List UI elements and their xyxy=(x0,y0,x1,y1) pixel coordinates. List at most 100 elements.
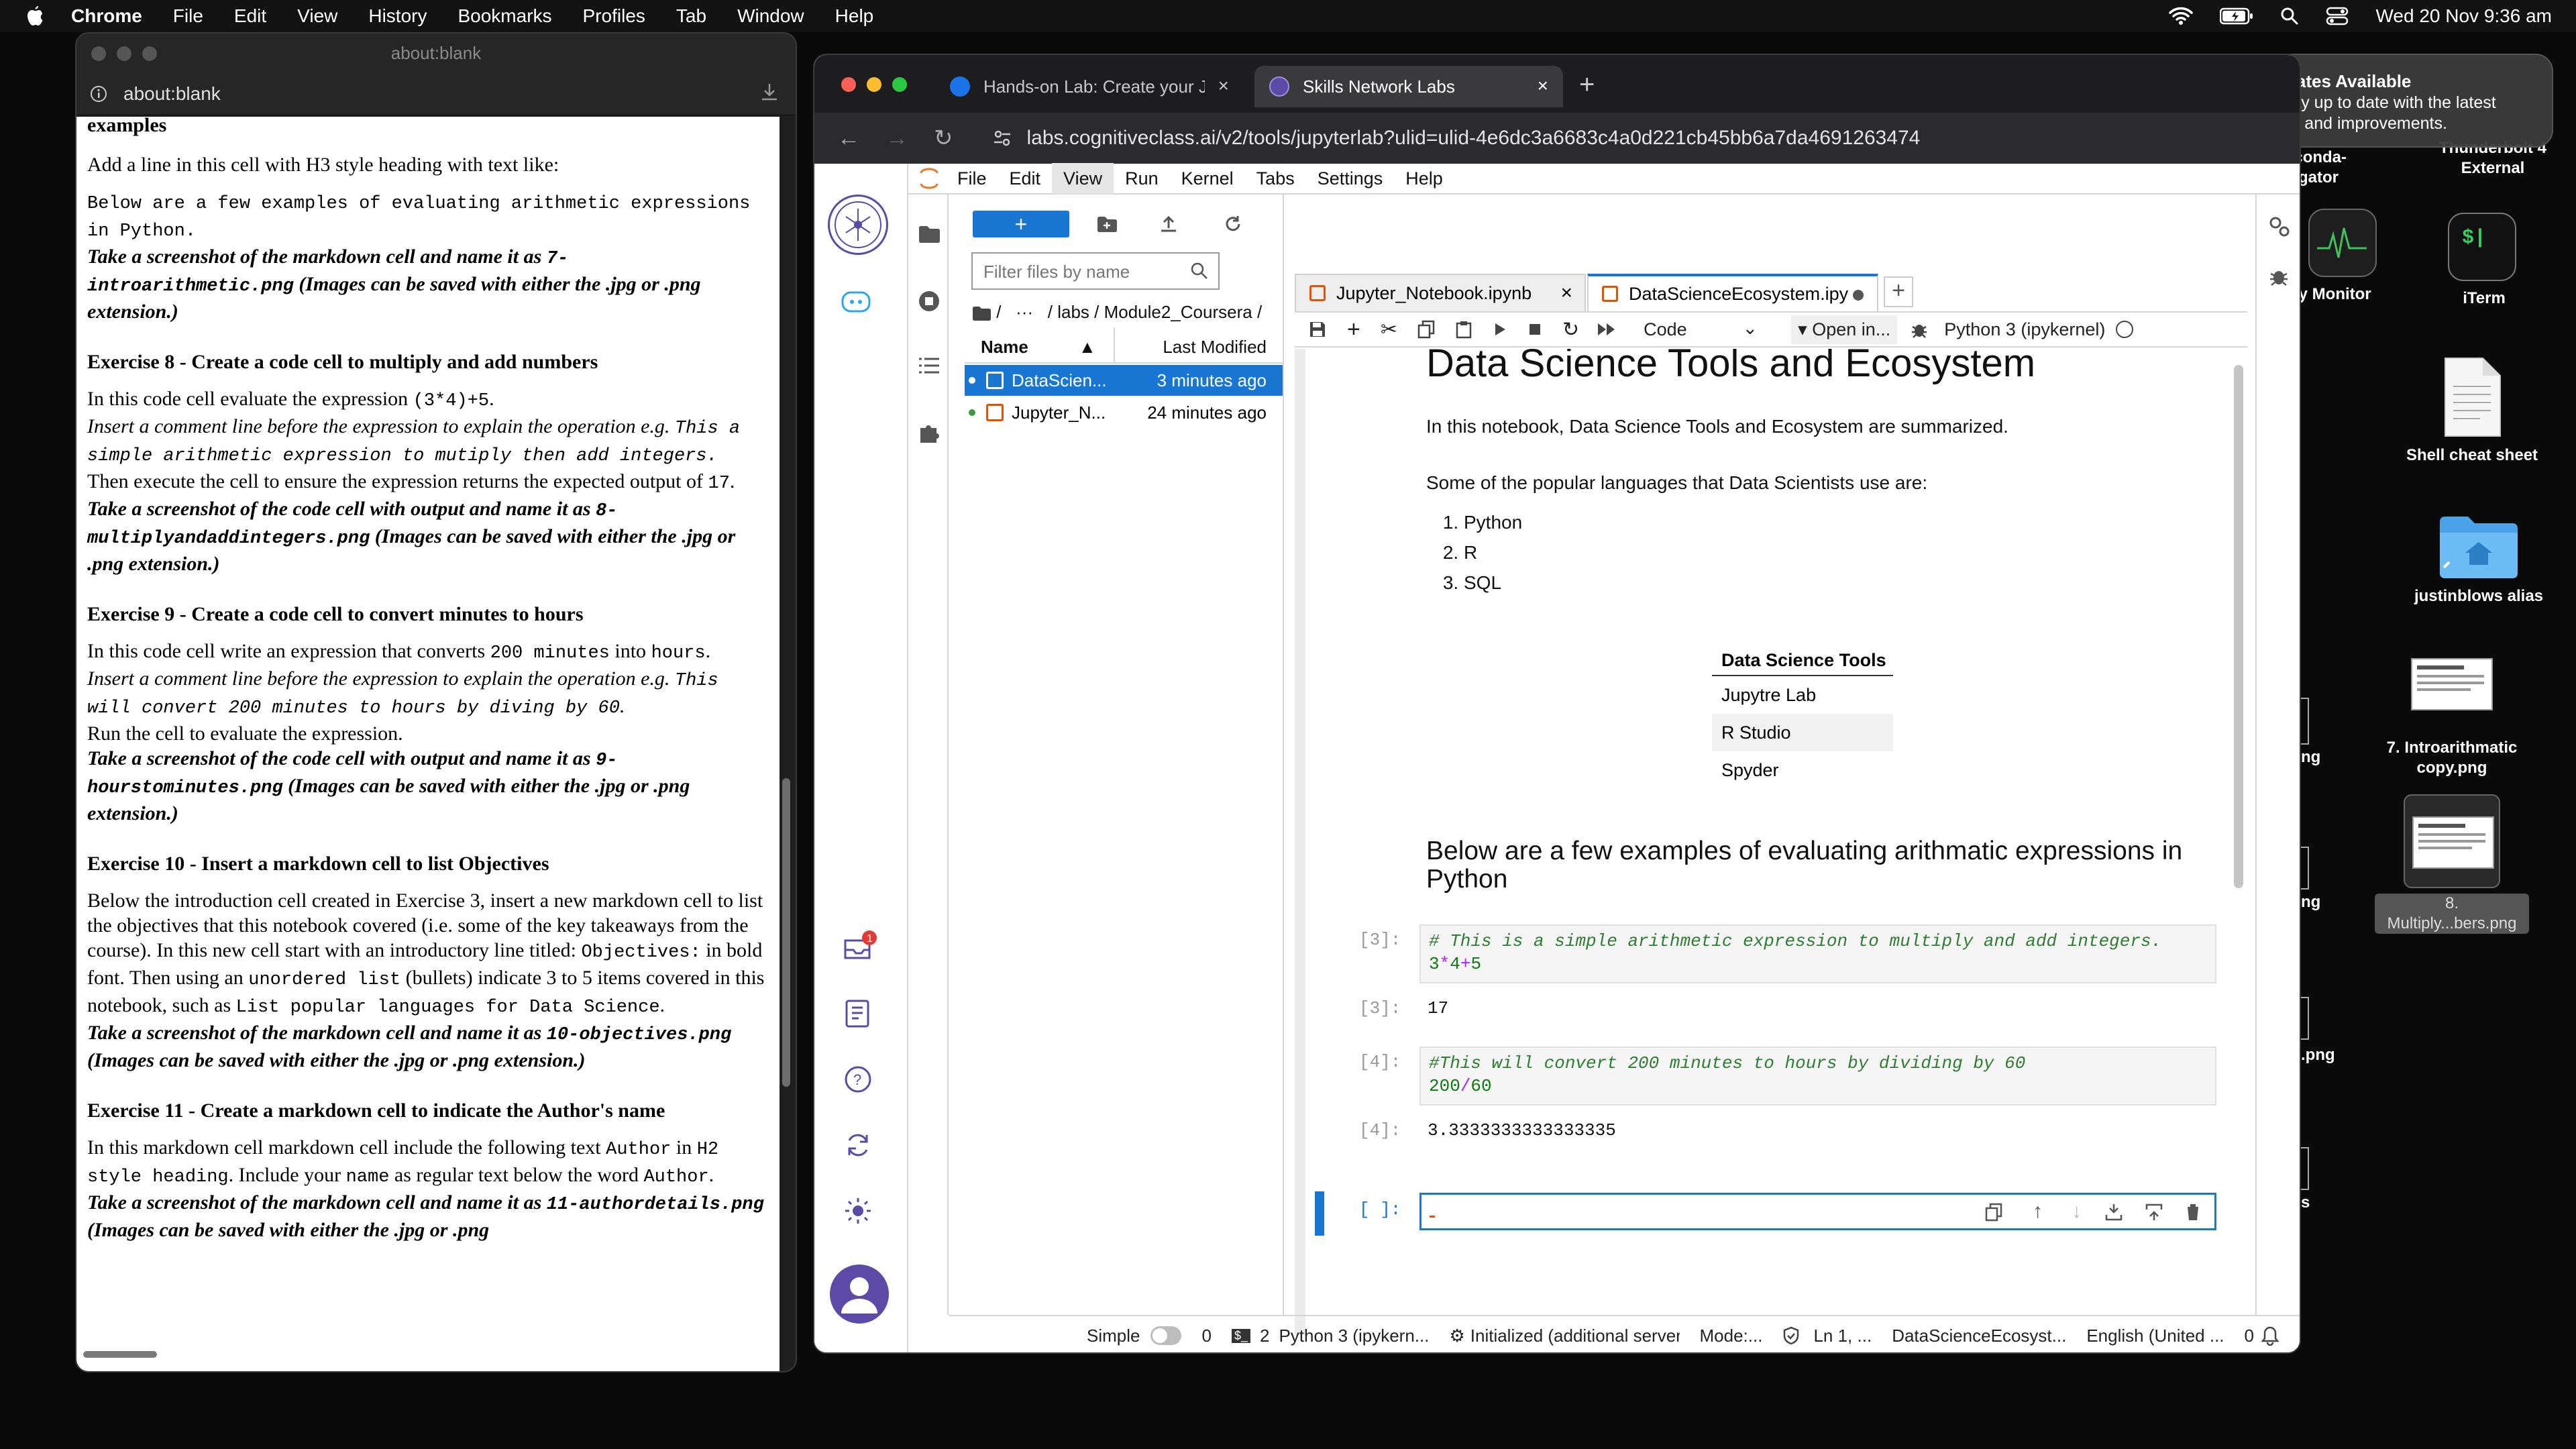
save-icon[interactable] xyxy=(1308,320,1327,339)
wifi-icon[interactable] xyxy=(2169,7,2194,25)
jupyter-menu-settings[interactable]: Settings xyxy=(1306,163,1395,194)
documentation-icon[interactable] xyxy=(843,998,873,1029)
kernel-count[interactable]: 2 xyxy=(1260,1326,1269,1346)
trusted-shield-icon[interactable] xyxy=(1782,1326,1800,1345)
filter-files-input[interactable]: Filter files by name xyxy=(971,252,1220,290)
desktop-icon-multiply-numbers-png[interactable]: 8. Multiply...bers.png xyxy=(2368,794,2536,934)
tab-datascience-ecosystem[interactable]: DataScienceEcosystem.ipy xyxy=(1587,274,1878,311)
markdown-cell-arith-heading[interactable]: Below are a few examples of evaluating a… xyxy=(1426,837,2218,894)
delete-cell-icon[interactable] xyxy=(2185,1203,2201,1222)
refresh-icon[interactable] xyxy=(1224,215,1242,233)
jupyter-menu-tabs[interactable]: Tabs xyxy=(1245,163,1306,194)
move-up-icon[interactable]: ↑ xyxy=(2033,1200,2043,1223)
jupyter-menu-kernel[interactable]: Kernel xyxy=(1170,163,1245,194)
restart-run-all-icon[interactable] xyxy=(1597,321,1617,337)
back-arrow-icon[interactable]: ← xyxy=(837,125,860,152)
debugger-bug-icon[interactable] xyxy=(1911,320,1928,339)
sort-ascending-icon[interactable]: ▲ xyxy=(1079,337,1096,358)
tools-table[interactable]: Data Science Tools Jupytre Lab R Studio … xyxy=(1712,644,1893,789)
address-bar-url[interactable]: labs.cognitiveclass.ai/v2/tools/jupyterl… xyxy=(1027,127,1921,150)
sync-icon[interactable] xyxy=(843,1130,873,1161)
inbox-icon[interactable]: 1 xyxy=(840,928,877,966)
tab-close-icon[interactable]: × xyxy=(1560,282,1572,305)
menu-bookmarks[interactable]: Bookmarks xyxy=(458,5,551,27)
desktop-icon-activity-monitor[interactable]: ity Monitor xyxy=(2289,208,2395,305)
kernel-status[interactable]: Python 3 (ipykern... xyxy=(1279,1326,1429,1346)
jupyter-menu-edit[interactable]: Edit xyxy=(998,163,1053,194)
desktop-icon-partial-2[interactable]: ng xyxy=(2301,847,2341,912)
insert-below-icon[interactable] xyxy=(2145,1203,2163,1222)
insert-cell-icon[interactable]: + xyxy=(1347,317,1360,343)
menu-window[interactable]: Window xyxy=(737,5,804,27)
simple-mode-toggle[interactable] xyxy=(1150,1326,1182,1345)
cut-icon[interactable]: ✂ xyxy=(1381,318,1397,341)
desktop-icon-home-alias[interactable]: justinblows alias xyxy=(2395,510,2563,606)
menu-profiles[interactable]: Profiles xyxy=(583,5,645,27)
site-settings-icon[interactable] xyxy=(992,128,1012,148)
tab-skills-network-labs[interactable]: Skills Network Labs × xyxy=(1254,66,1563,107)
control-center-icon[interactable] xyxy=(2326,7,2349,25)
menu-file[interactable]: File xyxy=(173,5,203,27)
user-avatar[interactable] xyxy=(829,1264,890,1324)
interrupt-kernel-icon[interactable] xyxy=(1527,322,1542,337)
vertical-scrollbar[interactable] xyxy=(782,778,790,1087)
breadcrumb[interactable]: / ··· / labs / Module2_Coursera / xyxy=(971,302,1262,323)
apple-menu-icon[interactable] xyxy=(25,5,55,28)
running-kernels-icon[interactable] xyxy=(918,290,941,313)
file-row-jupyter-notebook[interactable]: Jupyter_N... 24 minutes ago xyxy=(965,397,1283,428)
debugger-panel-bug-icon[interactable] xyxy=(2269,266,2289,287)
code-cell-minutes-to-hours[interactable]: #This will convert 200 minutes to hours … xyxy=(1419,1046,2216,1106)
notebook-scrollbar[interactable] xyxy=(2234,365,2243,888)
code-cell-multiply-add[interactable]: # This is a simple arithmetic expression… xyxy=(1419,924,2216,983)
desktop-icon-partial-3[interactable]: .png xyxy=(2301,997,2355,1065)
move-down-icon[interactable]: ↓ xyxy=(2072,1200,2082,1223)
upload-icon[interactable] xyxy=(1159,215,1178,233)
paste-icon[interactable] xyxy=(1455,320,1472,339)
tab-jupyter-notebook[interactable]: Jupyter_Notebook.ipynb × xyxy=(1295,274,1586,311)
chat-assistant-icon[interactable] xyxy=(840,288,876,319)
new-tab-icon[interactable]: + xyxy=(1579,70,1595,100)
bell-icon[interactable] xyxy=(2261,1326,2279,1346)
menubar-clock[interactable]: Wed 20 Nov 9:36 am xyxy=(2375,5,2552,27)
desktop-icon-partial-1[interactable]: ng xyxy=(2301,698,2341,767)
run-cell-icon[interactable] xyxy=(1493,321,1507,337)
spellcheck-language[interactable]: English (United ... xyxy=(2086,1326,2224,1346)
window-titlebar[interactable]: about:blank xyxy=(76,34,796,72)
jupyter-menu-help[interactable]: Help xyxy=(1394,163,1454,194)
duplicate-cell-icon[interactable] xyxy=(1985,1203,2002,1222)
desktop-icon-partial-4[interactable]: s xyxy=(2301,1147,2341,1213)
menu-edit[interactable]: Edit xyxy=(234,5,266,27)
address-bar[interactable]: about:blank xyxy=(76,72,796,115)
edit-mode[interactable]: Mode:... xyxy=(1700,1326,1763,1346)
desktop-icon-introarithmatic-copy[interactable]: 7. Introarithmatic copy.png xyxy=(2368,657,2536,778)
forward-arrow-icon[interactable]: → xyxy=(885,125,908,152)
skills-network-logo-icon[interactable] xyxy=(828,195,888,255)
tab-hands-on-lab[interactable]: Hands-on Lab: Create your Ju × xyxy=(935,66,1244,107)
column-last-modified[interactable]: Last Modified xyxy=(1163,337,1267,358)
column-name[interactable]: Name xyxy=(981,337,1028,358)
theme-toggle-icon[interactable] xyxy=(843,1195,873,1226)
jupyter-menu-run[interactable]: Run xyxy=(1114,163,1170,194)
minimize-button[interactable] xyxy=(867,77,881,92)
add-tab-icon[interactable]: + xyxy=(1884,276,1913,307)
cursor-position[interactable]: Ln 1, ... xyxy=(1813,1326,1872,1346)
battery-icon[interactable] xyxy=(2220,7,2253,25)
extension-manager-puzzle-icon[interactable] xyxy=(918,421,941,444)
open-in-button[interactable]: ▾ Open in... xyxy=(1791,315,1898,344)
markdown-cell-intro[interactable]: In this notebook, Data Science Tools and… xyxy=(1426,416,2008,437)
horizontal-scrollbar[interactable] xyxy=(83,1351,157,1358)
desktop-icon-shell-cheat-sheet[interactable]: Shell cheat sheet xyxy=(2388,356,2556,466)
unsaved-dot-icon[interactable] xyxy=(1853,290,1864,301)
new-folder-icon[interactable] xyxy=(1096,215,1118,233)
download-icon[interactable] xyxy=(759,82,780,102)
tab-close-icon[interactable]: × xyxy=(1538,75,1548,97)
menu-view[interactable]: View xyxy=(297,5,337,27)
current-file[interactable]: DataScienceEcosyst... xyxy=(1892,1326,2066,1346)
jupyter-menu-view[interactable]: View xyxy=(1052,163,1114,194)
close-button[interactable] xyxy=(841,77,856,92)
menu-help[interactable]: Help xyxy=(835,5,874,27)
file-row-datascience[interactable]: DataScien... 3 minutes ago xyxy=(965,365,1283,396)
property-inspector-gears-icon[interactable] xyxy=(2267,215,2290,237)
help-icon[interactable]: ? xyxy=(843,1064,873,1095)
menu-app-chrome[interactable]: Chrome xyxy=(71,5,142,27)
